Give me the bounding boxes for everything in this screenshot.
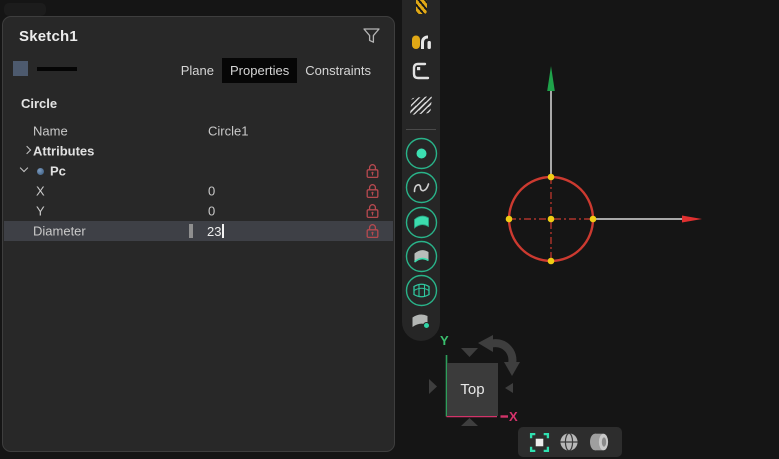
toolbar-divider <box>406 129 436 130</box>
quadrant-point[interactable] <box>548 174 555 181</box>
rotate-right-arrow[interactable] <box>429 379 437 394</box>
insert-block-icon[interactable] <box>411 61 431 81</box>
property-row-y[interactable]: Y 0 <box>4 201 393 221</box>
rotate-cw-arc[interactable] <box>490 343 512 364</box>
sketch-properties-panel: Sketch1 Plane Properties Constraints Cir… <box>2 16 395 452</box>
rotate-left-arrow[interactable] <box>505 383 513 393</box>
quadrant-point[interactable] <box>506 216 513 223</box>
property-row-diameter[interactable]: Diameter 23 <box>4 221 393 241</box>
view-cube-face-top[interactable]: Top <box>447 363 498 416</box>
rotate-cw-arrowhead[interactable] <box>504 362 520 376</box>
attributes-label: Attributes <box>33 144 94 159</box>
orbit-sphere-icon[interactable] <box>559 432 579 452</box>
tab-plane[interactable]: Plane <box>173 58 222 83</box>
lock-icon[interactable] <box>366 183 379 199</box>
sketch-color-swatch[interactable] <box>13 61 28 76</box>
property-row-name[interactable]: Name Circle1 <box>4 121 393 141</box>
tree-row-attributes[interactable]: Attributes <box>4 141 393 161</box>
section-title: Circle <box>21 96 57 111</box>
view-toolbar <box>518 427 622 457</box>
sheet-point-icon[interactable] <box>409 312 433 332</box>
surface-grid-icon[interactable] <box>405 274 438 307</box>
diameter-value: 23 <box>207 224 221 239</box>
gizmo-y-label: Y <box>440 333 449 348</box>
lock-icon[interactable] <box>366 223 379 239</box>
y-axis-arrow <box>547 66 555 91</box>
lock-icon[interactable] <box>366 203 379 219</box>
surface-blend-icon[interactable] <box>405 240 438 273</box>
quadrant-point[interactable] <box>548 258 555 265</box>
name-label: Name <box>33 124 68 139</box>
panel-grab-handle[interactable] <box>4 3 46 16</box>
property-rows: Name Circle1 Attributes Pc X 0 <box>4 121 393 241</box>
x-label: X <box>36 184 45 199</box>
camera-icon[interactable] <box>588 432 611 452</box>
sketch-linestyle-swatch[interactable] <box>37 67 77 71</box>
panel-title: Sketch1 <box>19 28 78 45</box>
rotate-down-arrow[interactable] <box>461 348 478 357</box>
spline-tool-icon[interactable] <box>405 171 438 204</box>
tree-row-pc[interactable]: Pc <box>4 161 393 181</box>
x-axis-arrow <box>682 216 702 223</box>
x-value[interactable]: 0 <box>208 184 215 199</box>
filter-icon[interactable] <box>362 27 381 45</box>
fit-view-icon[interactable] <box>529 432 550 453</box>
text-caret <box>222 224 224 238</box>
point-dot-icon <box>37 168 44 175</box>
name-value[interactable]: Circle1 <box>208 124 248 139</box>
y-label: Y <box>36 204 45 219</box>
view-face-label: Top <box>460 381 484 398</box>
value-drag-handle[interactable] <box>189 224 193 238</box>
tab-properties[interactable]: Properties <box>222 58 297 83</box>
gizmo-x-label: X <box>509 409 518 424</box>
hole-icon[interactable] <box>410 33 433 51</box>
chevron-right-icon[interactable] <box>23 146 31 154</box>
hatch-icon[interactable] <box>410 96 432 115</box>
surface-fill-icon[interactable] <box>405 206 438 239</box>
center-point[interactable] <box>548 216 555 223</box>
chevron-down-icon[interactable] <box>20 164 28 172</box>
rotate-cw-arrowhead[interactable] <box>478 335 493 352</box>
rotate-up-arrow[interactable] <box>461 418 478 426</box>
diameter-label: Diameter <box>33 224 86 239</box>
tool-strip <box>402 0 440 341</box>
drill-icon[interactable] <box>416 0 427 14</box>
diameter-input[interactable]: 23 <box>207 221 224 241</box>
panel-tabs: Plane Properties Constraints <box>173 58 379 83</box>
pc-label: Pc <box>50 164 66 179</box>
circle-tool-icon[interactable] <box>405 137 438 170</box>
property-row-x[interactable]: X 0 <box>4 181 393 201</box>
view-gizmo[interactable]: Top Y X <box>420 330 532 436</box>
tab-constraints[interactable]: Constraints <box>297 58 379 83</box>
y-value[interactable]: 0 <box>208 204 215 219</box>
quadrant-point[interactable] <box>590 216 597 223</box>
lock-icon[interactable] <box>366 163 379 179</box>
